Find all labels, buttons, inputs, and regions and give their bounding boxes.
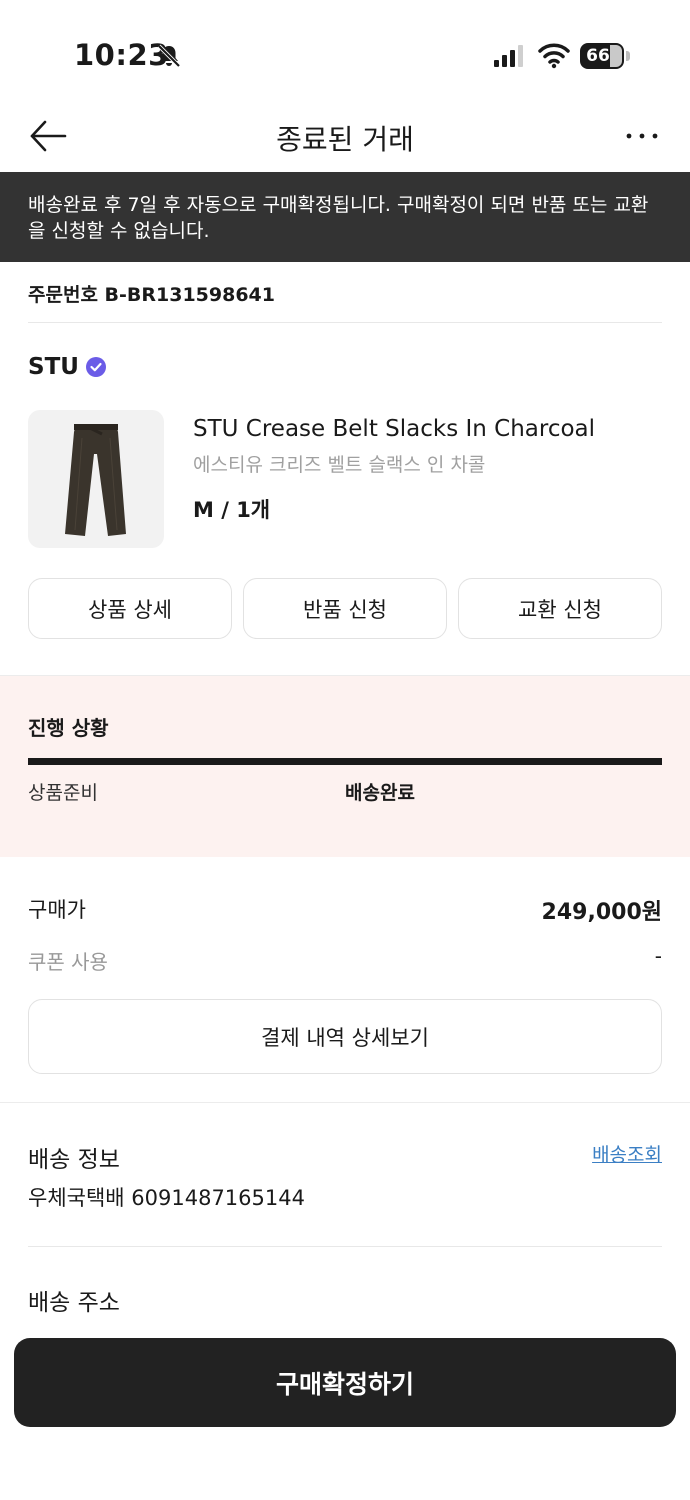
nav-header: 종료된 거래: [0, 100, 690, 172]
auto-confirm-notice: 배송완료 후 7일 후 자동으로 구매확정됩니다. 구매확정이 되면 반품 또는…: [0, 172, 690, 262]
progress-bar: [28, 758, 662, 765]
section-divider: [0, 1102, 690, 1103]
coupon-label: 쿠폰 사용: [28, 950, 108, 974]
more-options-icon[interactable]: [622, 122, 662, 150]
divider: [28, 322, 662, 323]
status-time: 10:23: [74, 38, 169, 72]
shipping-address-title: 배송 주소: [28, 1290, 120, 1316]
wifi-icon: [538, 43, 570, 69]
return-request-button[interactable]: 반품 신청: [243, 578, 447, 639]
verified-badge-icon: [85, 357, 106, 377]
cellular-signal-icon: [494, 45, 523, 67]
page-title: 종료된 거래: [276, 123, 414, 156]
product-detail-button[interactable]: 상품 상세: [28, 578, 232, 639]
confirm-purchase-button[interactable]: 구매확정하기: [14, 1338, 676, 1427]
battery-level: 66: [586, 46, 610, 66]
purchase-price-value: 249,000원: [541, 900, 662, 925]
track-shipment-link[interactable]: 배송조회: [592, 1140, 662, 1167]
purchase-price-label: 구매가: [28, 898, 86, 922]
brand-row[interactable]: STU: [28, 354, 107, 380]
shipping-info-title: 배송 정보: [28, 1147, 120, 1173]
payment-details-button[interactable]: 결제 내역 상세보기: [28, 999, 662, 1074]
product-option: M / 1개: [193, 498, 271, 522]
bell-off-icon: [157, 44, 181, 68]
product-name-korean: 에스티유 크리즈 벨트 슬랙스 인 차콜: [193, 454, 486, 476]
coupon-value: -: [654, 944, 662, 968]
stage-delivered: 배송완료: [345, 782, 415, 804]
divider: [28, 1246, 662, 1247]
battery-indicator: 66: [580, 43, 630, 69]
progress-section: 진행 상황 상품준비 배송완료: [0, 675, 690, 857]
slacks-image: [65, 424, 126, 536]
order-number: 주문번호 B-BR131598641: [28, 284, 275, 306]
product-image[interactable]: [28, 410, 164, 548]
status-bar: 10:23 66: [0, 0, 690, 100]
progress-title: 진행 상황: [28, 716, 109, 740]
stage-preparing: 상품준비: [28, 782, 98, 804]
product-name[interactable]: STU Crease Belt Slacks In Charcoal: [193, 416, 595, 442]
exchange-request-button[interactable]: 교환 신청: [458, 578, 662, 639]
brand-name: STU: [28, 354, 79, 380]
carrier-tracking-number: 우체국택배 6091487165144: [28, 1186, 305, 1210]
